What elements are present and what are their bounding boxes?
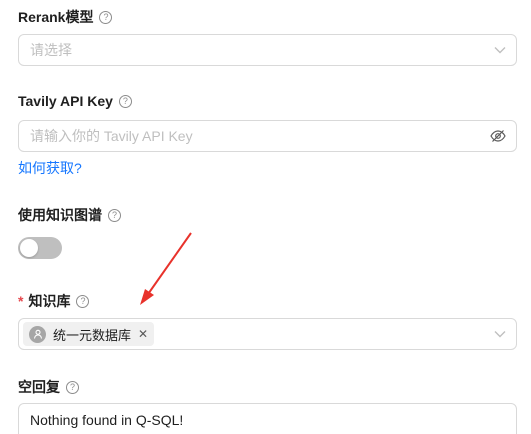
annotation-arrow-icon: [140, 232, 192, 305]
